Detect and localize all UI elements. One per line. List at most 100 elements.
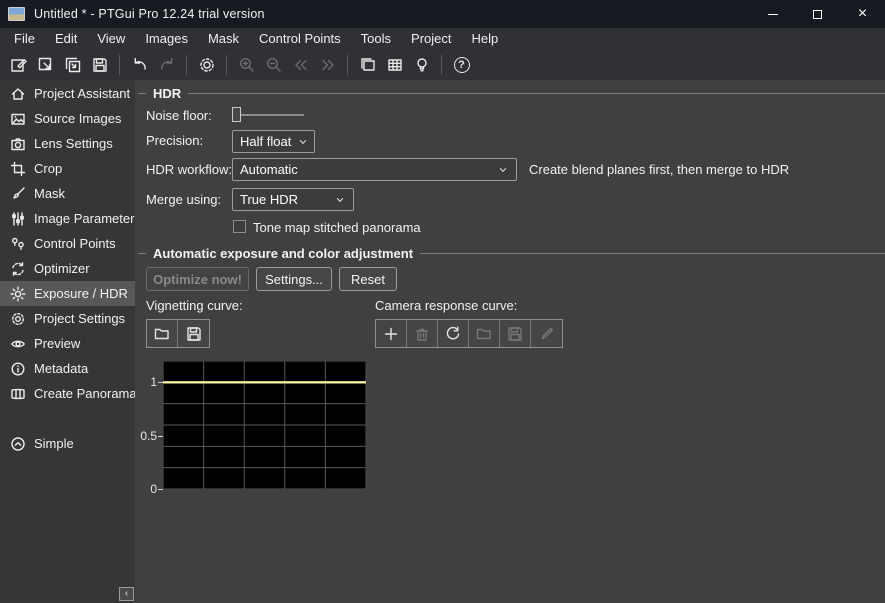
chevron-down-icon [297,136,309,148]
sidebar: Project Assistant Source Images Lens Set… [0,80,135,603]
window-title: Untitled * - PTGui Pro 12.24 trial versi… [34,7,265,21]
merge-using-select[interactable]: True HDR [232,188,354,211]
settings-button[interactable]: Settings... [256,267,332,291]
menu-mask[interactable]: Mask [198,28,249,50]
camera-response-save-button[interactable] [500,320,531,347]
sidebar-item-simple[interactable]: Simple [0,431,135,456]
sidebar-item-lens-settings[interactable]: Lens Settings [0,131,135,156]
redo-button[interactable] [154,53,179,77]
new-project-button[interactable] [6,53,31,77]
minimize-icon [768,14,778,15]
section-title: Automatic exposure and color adjustment [153,246,413,261]
camera-response-edit-button[interactable] [531,320,562,347]
sidebar-item-exposure-hdr[interactable]: Exposure / HDR [0,281,135,306]
maximize-button[interactable] [795,0,840,28]
toolbar-separator [441,55,442,75]
camera-response-toolbar [375,319,563,348]
sidebar-item-label: Exposure / HDR [34,286,128,301]
menubar: File Edit View Images Mask Control Point… [0,28,885,50]
add-images-button[interactable] [60,53,85,77]
auto-exposure-section-header: Automatic exposure and color adjustment [135,246,885,261]
sidebar-item-label: Metadata [34,361,88,376]
add-images-icon [64,56,82,74]
sidebar-item-image-parameters[interactable]: Image Parameters [0,206,135,231]
chevron-down-icon [334,194,346,206]
maximize-icon [813,10,822,19]
hints-button[interactable] [409,53,434,77]
sidebar-item-metadata[interactable]: Metadata [0,356,135,381]
save-project-button[interactable] [87,53,112,77]
folder-icon [475,325,493,343]
toolbar-separator [119,55,120,75]
grid-icon [386,56,404,74]
camera-response-open-button[interactable] [469,320,500,347]
tone-map-checkbox[interactable] [233,220,246,233]
camera-response-reset-button[interactable] [438,320,469,347]
camera-response-delete-button[interactable] [407,320,438,347]
camera-response-add-button[interactable] [376,320,407,347]
sidebar-item-create-panorama[interactable]: Create Panorama [0,381,135,406]
menu-edit[interactable]: Edit [45,28,87,50]
next-button[interactable] [315,53,340,77]
new-project-icon [10,56,28,74]
sidebar-item-label: Project Assistant [34,86,130,101]
info-icon [10,361,26,377]
vignetting-curve-label: Vignetting curve: [146,298,243,313]
menu-file[interactable]: File [4,28,45,50]
undo-button[interactable] [127,53,152,77]
sidebar-item-label: Lens Settings [34,136,113,151]
optimize-now-button[interactable]: Optimize now! [146,267,249,291]
chart-y-axis: 10.50 [141,361,163,489]
detail-viewer-button[interactable] [382,53,407,77]
open-project-button[interactable] [33,53,58,77]
refresh-icon [444,325,462,343]
sidebar-item-label: Image Parameters [34,211,141,226]
select-value: True HDR [240,192,328,207]
sidebar-item-optimizer[interactable]: Optimizer [0,256,135,281]
menu-view[interactable]: View [87,28,135,50]
plus-icon [382,325,400,343]
zoom-in-button[interactable] [234,53,259,77]
previous-button[interactable] [288,53,313,77]
close-icon: × [858,6,867,22]
noise-floor-slider[interactable] [232,107,304,123]
sidebar-item-control-points[interactable]: Control Points [0,231,135,256]
sidebar-item-mask[interactable]: Mask [0,181,135,206]
hdr-workflow-note: Create blend planes first, then merge to… [529,162,789,177]
camera-icon [10,136,26,152]
save-icon [185,325,203,343]
select-value: Half float [240,134,291,149]
collapse-sidebar-button[interactable]: ‹ [119,587,134,601]
sidebar-item-preview[interactable]: Preview [0,331,135,356]
vignetting-open-button[interactable] [147,320,178,347]
menu-images[interactable]: Images [135,28,198,50]
sidebar-item-label: Preview [34,336,80,351]
hdr-workflow-select[interactable]: Automatic [232,158,517,181]
chevron-down-icon [497,164,509,176]
y-tick-mark [158,382,163,383]
menu-project[interactable]: Project [401,28,461,50]
slider-handle[interactable] [232,107,241,122]
lightbulb-icon [413,56,431,74]
save-icon [506,325,524,343]
settings-gear-button[interactable] [194,53,219,77]
precision-select[interactable]: Half float [232,130,315,153]
minimize-button[interactable] [750,0,795,28]
home-icon [10,86,26,102]
sidebar-item-project-assistant[interactable]: Project Assistant [0,81,135,106]
sidebar-item-source-images[interactable]: Source Images [0,106,135,131]
zoom-out-button[interactable] [261,53,286,77]
sidebar-item-label: Mask [34,186,65,201]
close-button[interactable]: × [840,0,885,28]
trash-icon [413,325,431,343]
menu-tools[interactable]: Tools [351,28,401,50]
camera-response-curve-label: Camera response curve: [375,298,517,313]
help-button[interactable]: ? [449,53,474,77]
sidebar-item-crop[interactable]: Crop [0,156,135,181]
menu-control-points[interactable]: Control Points [249,28,351,50]
sidebar-item-project-settings[interactable]: Project Settings [0,306,135,331]
reset-button[interactable]: Reset [339,267,397,291]
panorama-editor-button[interactable] [355,53,380,77]
vignetting-save-button[interactable] [178,320,209,347]
menu-help[interactable]: Help [462,28,509,50]
